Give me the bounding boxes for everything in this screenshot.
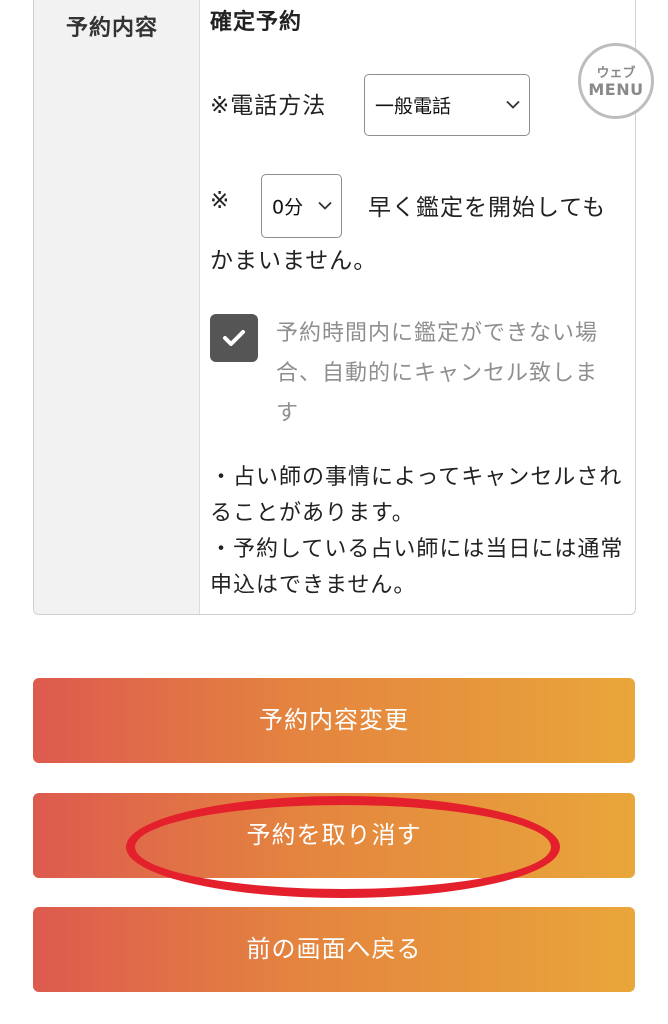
- reservation-label: 予約内容: [66, 16, 159, 41]
- auto-cancel-checkbox[interactable]: [210, 314, 258, 362]
- chevron-down-icon: [318, 201, 332, 210]
- phone-method-label: ※電話方法: [210, 93, 327, 119]
- label-column: 予約内容: [34, 0, 200, 614]
- web-menu-line1: ウェブ: [596, 66, 636, 81]
- reservation-type: 確定予約: [210, 10, 303, 35]
- early-start-select[interactable]: 0分: [261, 174, 342, 238]
- phone-method-row: ※電話方法 一般電話: [210, 74, 630, 136]
- web-menu-line2: MENU: [588, 80, 644, 99]
- phone-method-select[interactable]: 一般電話: [364, 74, 530, 136]
- back-button[interactable]: 前の画面へ戻る: [33, 907, 635, 992]
- phone-method-value: 一般電話: [375, 95, 452, 118]
- reservation-notes: ・占い師の事情によってキャンセルされることがあります。 ・予約している占い師には…: [210, 460, 635, 604]
- note-item: ・予約している占い師には当日には通常申込はできません。: [210, 537, 624, 598]
- cancel-reservation-button[interactable]: 予約を取り消す: [33, 793, 635, 878]
- web-menu-button[interactable]: ウェブ MENU: [578, 43, 654, 119]
- note-item: ・占い師の事情によってキャンセルされることがあります。: [210, 465, 623, 526]
- auto-cancel-label: 予約時間内に鑑定ができない場合、自動的にキャンセル致します: [276, 321, 599, 426]
- chevron-down-icon: [506, 100, 520, 109]
- early-start-mark: ※: [210, 188, 230, 214]
- change-reservation-button[interactable]: 予約内容変更: [33, 678, 635, 763]
- early-start-row: ※ 0分 早く鑑定を開始しても かまいません。: [210, 174, 635, 274]
- early-start-text-line2: かまいません。: [210, 248, 378, 274]
- reservation-card: 予約内容 確定予約 ※電話方法 一般電話 ※ 0分 早く鑑定を開始しても かまい…: [33, 0, 636, 615]
- early-start-value: 0分: [272, 196, 304, 219]
- check-icon: [223, 330, 245, 346]
- reservation-content: 確定予約 ※電話方法 一般電話 ※ 0分 早く鑑定を開始しても かまいません。 …: [210, 0, 635, 614]
- early-start-text-line1: 早く鑑定を開始しても: [368, 195, 607, 221]
